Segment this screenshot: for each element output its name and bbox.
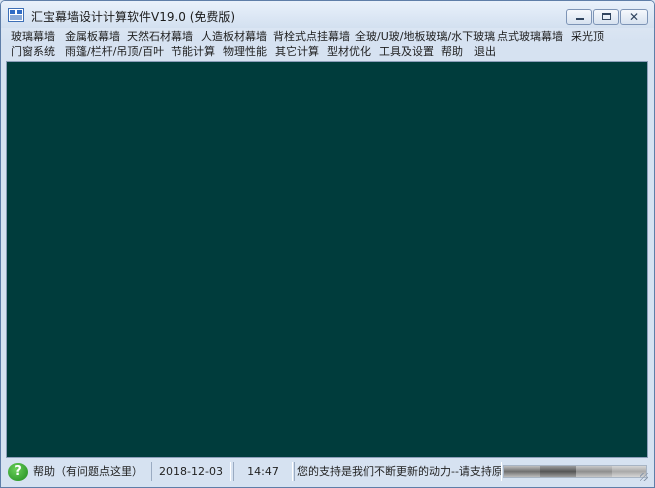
menu-full-glass[interactable]: 全玻/U玻/地板玻璃/水下玻璃: [355, 29, 495, 45]
menu-other-calc[interactable]: 其它计算: [275, 44, 319, 60]
resize-grip[interactable]: [640, 473, 648, 481]
menu-door-window[interactable]: 门窗系统: [11, 44, 55, 60]
menu-profile-optimize[interactable]: 型材优化: [327, 44, 371, 60]
menu-bar-row-2: 门窗系统 雨篷/栏杆/吊顶/百叶 节能计算 物理性能 其它计算 型材优化 工具及…: [5, 44, 650, 60]
status-bar: ? 帮助（有问题点这里） 2018-12-03 14:47 您的支持是我们不断更…: [5, 461, 650, 483]
menu-help[interactable]: 帮助: [441, 44, 463, 60]
menu-tools-settings[interactable]: 工具及设置: [379, 44, 434, 60]
question-icon[interactable]: ?: [8, 463, 28, 481]
menu-bar-row-1: 玻璃幕墙 金属板幕墙 天然石材幕墙 人造板材幕墙 背栓式点挂幕墙 全玻/U玻/地…: [5, 29, 650, 45]
menu-back-bolt-wall[interactable]: 背栓式点挂幕墙: [273, 29, 350, 45]
menu-exit[interactable]: 退出: [474, 44, 496, 60]
close-button[interactable]: ✕: [620, 9, 648, 25]
menu-point-glass-wall[interactable]: 点式玻璃幕墙: [497, 29, 563, 45]
menu-skylight[interactable]: 采光顶: [571, 29, 604, 45]
minimize-button[interactable]: [566, 9, 592, 25]
menu-metal-panel-wall[interactable]: 金属板幕墙: [65, 29, 120, 45]
menu-energy-calc[interactable]: 节能计算: [171, 44, 215, 60]
status-progress-bar: [503, 465, 647, 478]
window-title: 汇宝幕墙设计计算软件V19.0 (免费版): [31, 10, 236, 24]
menu-canopy-railing[interactable]: 雨篷/栏杆/吊顶/百叶: [65, 44, 164, 60]
main-window: 汇宝幕墙设计计算软件V19.0 (免费版) ✕ 玻璃幕墙 金属板幕墙 天然石材幕…: [0, 0, 655, 488]
minimize-icon: [576, 18, 584, 20]
menu-natural-stone-wall[interactable]: 天然石材幕墙: [127, 29, 193, 45]
menu-physical-perf[interactable]: 物理性能: [223, 44, 267, 60]
maximize-button[interactable]: [593, 9, 619, 25]
status-date: 2018-12-03: [151, 462, 231, 481]
menu-glass-curtain-wall[interactable]: 玻璃幕墙: [11, 29, 55, 45]
maximize-icon: [602, 13, 611, 20]
help-link[interactable]: 帮助（有问题点这里）: [30, 462, 148, 481]
status-time: 14:47: [233, 462, 293, 481]
close-icon: ✕: [629, 10, 640, 24]
app-icon[interactable]: [8, 8, 24, 22]
status-message: 您的支持是我们不断更新的动力--请支持原创: [294, 462, 502, 481]
title-bar[interactable]: 汇宝幕墙设计计算软件V19.0 (免费版) ✕: [1, 1, 654, 28]
menu-artificial-panel-wall[interactable]: 人造板材幕墙: [201, 29, 267, 45]
workspace-area[interactable]: [6, 61, 648, 458]
